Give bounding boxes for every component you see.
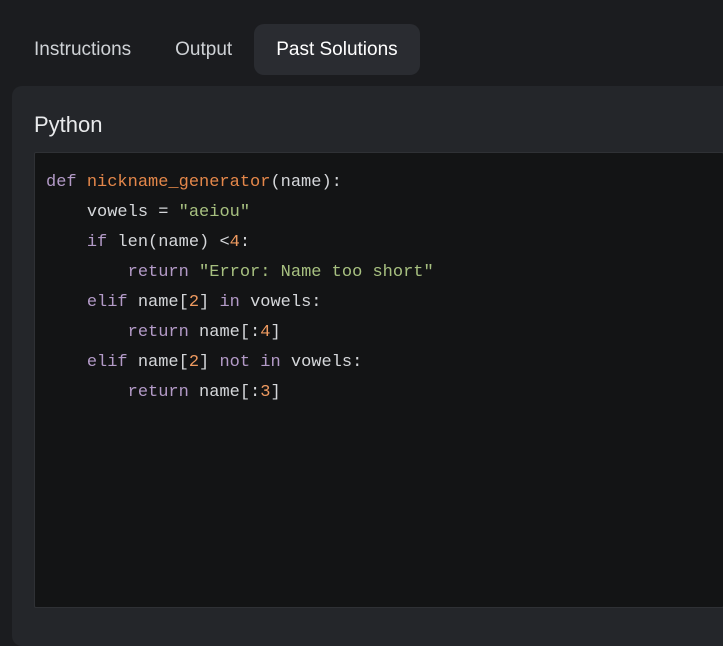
tab-instructions[interactable]: Instructions (12, 24, 153, 75)
code-block: def nickname_generator(name): vowels = "… (46, 167, 723, 407)
solution-panel: Python def nickname_generator(name): vow… (12, 86, 723, 646)
tab-output[interactable]: Output (153, 24, 254, 75)
code-editor[interactable]: def nickname_generator(name): vowels = "… (34, 152, 723, 608)
tab-bar: Instructions Output Past Solutions (12, 24, 420, 75)
language-title: Python (34, 112, 103, 137)
code-content: def nickname_generator(name): vowels = "… (46, 173, 434, 402)
tab-past-solutions[interactable]: Past Solutions (254, 24, 420, 75)
